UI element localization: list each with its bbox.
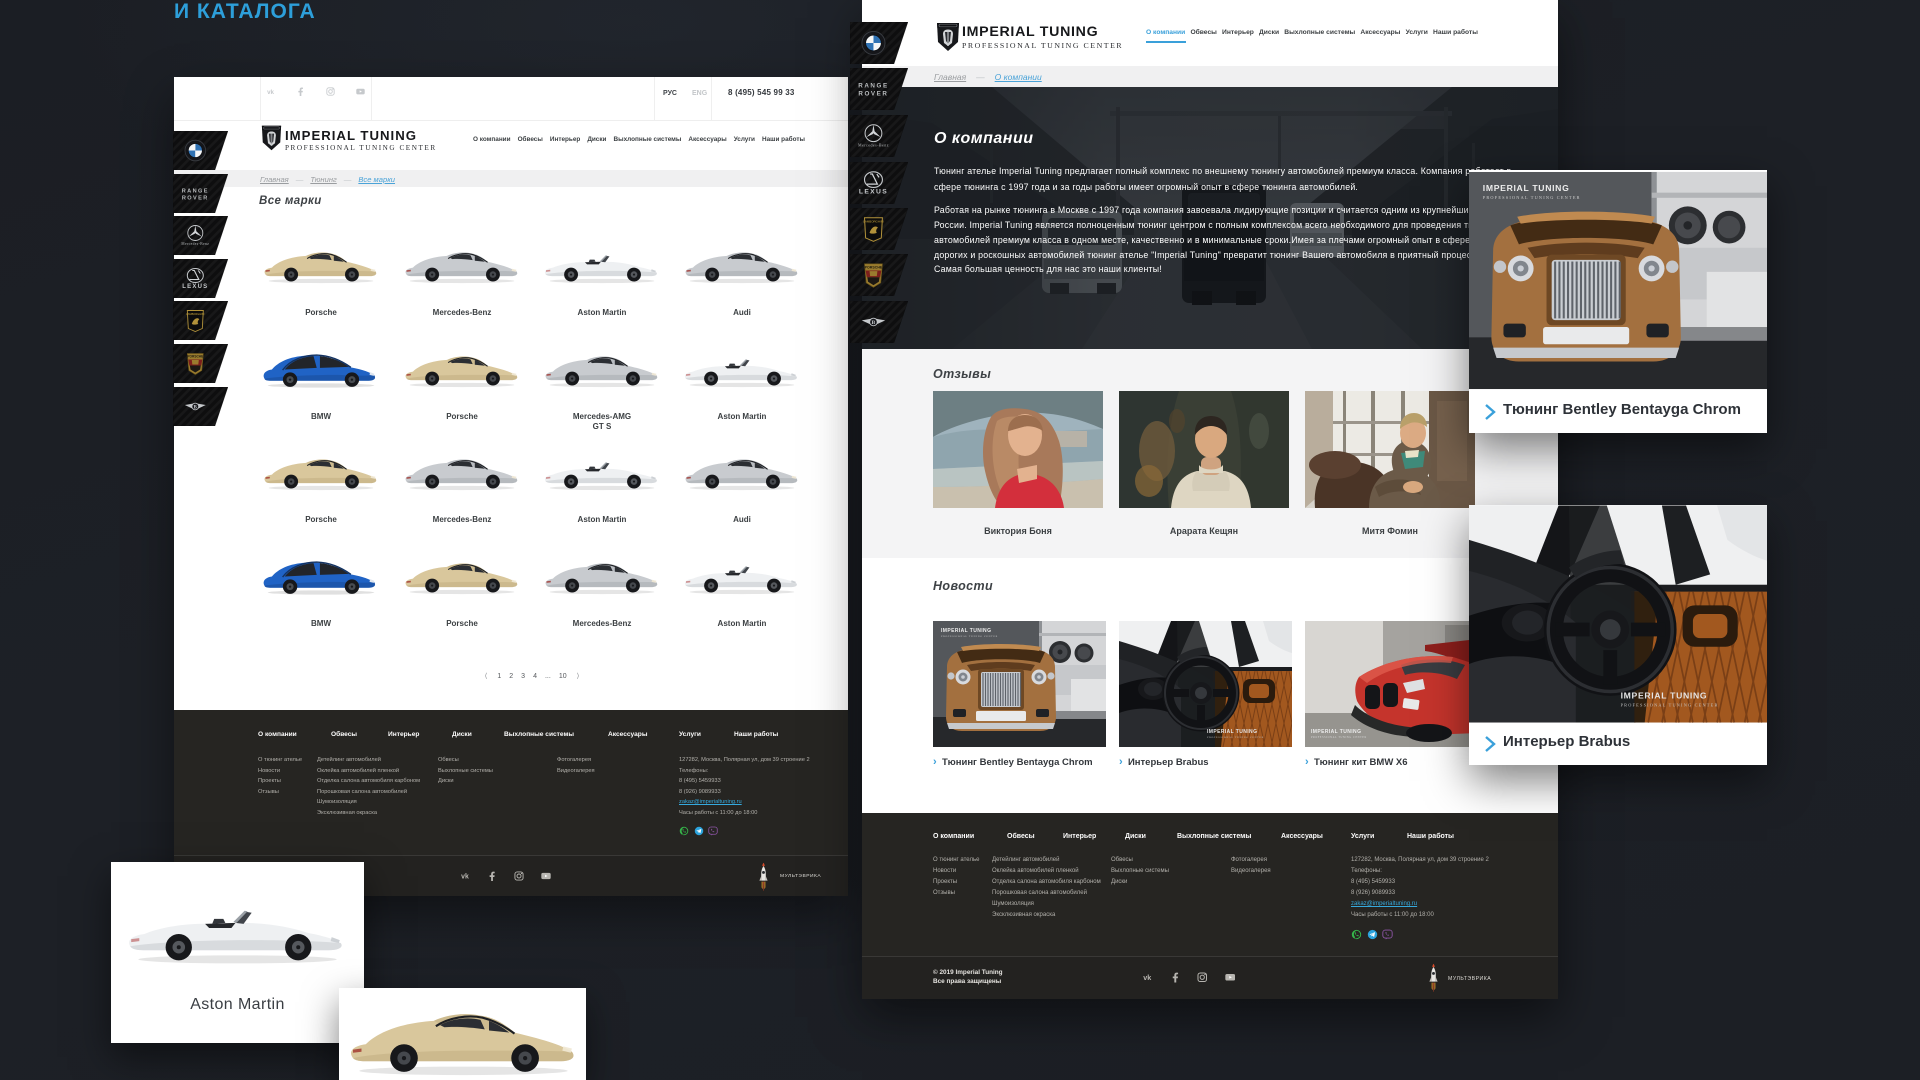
svg-text:PROFESSIONAL TUNING CENTER: PROFESSIONAL TUNING CENTER — [1621, 703, 1719, 708]
svg-text:LAMBORGHINI: LAMBORGHINI — [186, 312, 204, 316]
svg-text:IMPERIAL TUNING: IMPERIAL TUNING — [1207, 729, 1257, 735]
svg-text:IMPERIAL TUNING: IMPERIAL TUNING — [1311, 729, 1361, 735]
svg-text:LAMBORGHINI: LAMBORGHINI — [863, 220, 884, 224]
svg-text:LEXUS: LEXUS — [182, 284, 208, 290]
svg-text:IMPERIAL TUNING: IMPERIAL TUNING — [941, 628, 991, 634]
svg-text:B: B — [871, 320, 875, 326]
svg-text:PROFESSIONAL TUNING CENTER: PROFESSIONAL TUNING CENTER — [1311, 736, 1367, 739]
svg-text:RANGE: RANGE — [858, 83, 888, 90]
svg-text:PROFESSIONAL TUNING CENTER: PROFESSIONAL TUNING CENTER — [1207, 736, 1264, 739]
svg-text:IMPERIAL TUNING: IMPERIAL TUNING — [1621, 690, 1708, 700]
svg-text:vk: vk — [1143, 973, 1152, 982]
svg-text:vk: vk — [461, 874, 469, 881]
svg-text:IMPERIAL TUNING: IMPERIAL TUNING — [1483, 183, 1570, 193]
svg-text:LEXUS: LEXUS — [859, 189, 888, 196]
svg-text:Mercedes-Benz: Mercedes-Benz — [858, 143, 889, 148]
svg-text:ROVER: ROVER — [858, 90, 888, 97]
svg-text:PROFESSIONAL TUNING CENTER: PROFESSIONAL TUNING CENTER — [941, 635, 998, 638]
svg-text:Mercedes-Benz: Mercedes-Benz — [181, 242, 209, 246]
svg-text:PORSCHE: PORSCHE — [865, 265, 883, 269]
svg-text:PROFESSIONAL TUNING CENTER: PROFESSIONAL TUNING CENTER — [1483, 195, 1581, 200]
svg-text:RANGE: RANGE — [182, 188, 209, 194]
svg-text:PORSCHE: PORSCHE — [187, 355, 203, 359]
svg-text:ROVER: ROVER — [182, 195, 209, 201]
